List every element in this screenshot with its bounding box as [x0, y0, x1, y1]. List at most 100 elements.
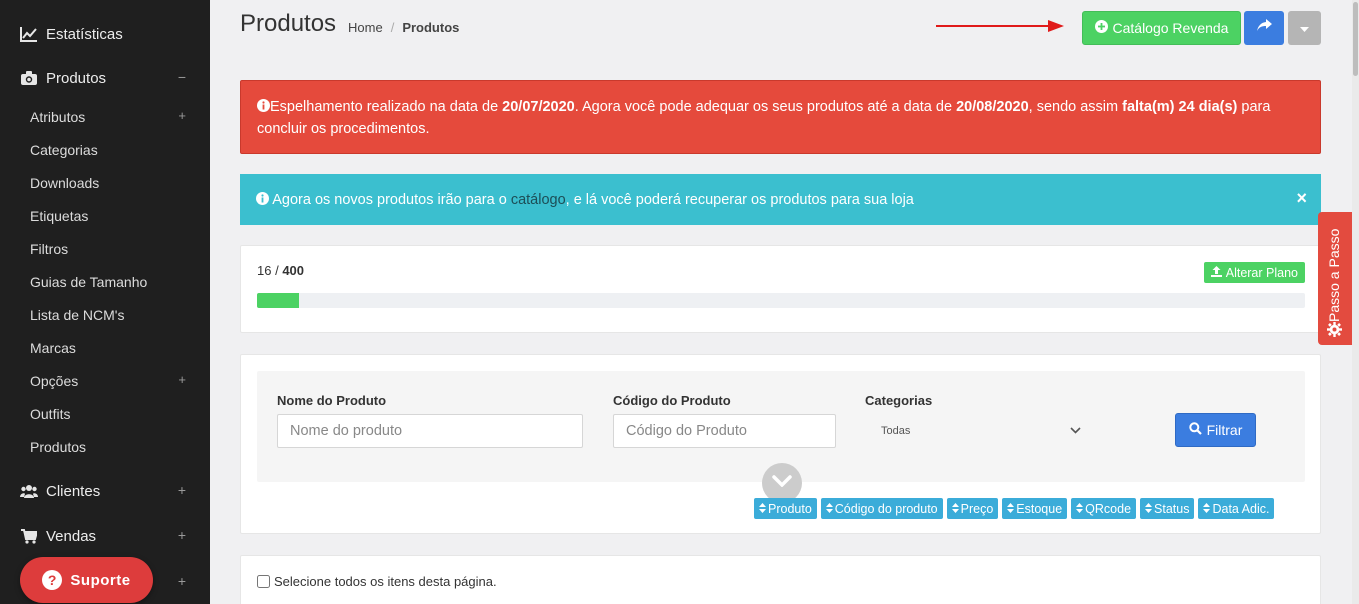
sidebar-subitem-opcoes[interactable]: Opções + [0, 364, 210, 397]
categorias-selected: Todas [881, 425, 911, 437]
gear-icon [1327, 322, 1342, 342]
plan-usage: 16 / 400 [257, 263, 304, 278]
sidebar-item-vendas[interactable]: Vendas + [0, 514, 210, 558]
question-icon: ? [42, 570, 63, 590]
alterar-plano-label: Alterar Plano [1225, 265, 1298, 280]
sidebar-subitem-guias-de-tamanho[interactable]: Guias de Tamanho [0, 265, 210, 298]
sidebar-subitem-categorias[interactable]: Categorias [0, 133, 210, 166]
sidebar-subitem-downloads[interactable]: Downloads [0, 166, 210, 199]
sort-icon [1203, 502, 1211, 516]
chart-line-icon [20, 25, 38, 43]
expand-icon[interactable]: + [178, 372, 186, 387]
nome-produto-input[interactable] [277, 414, 583, 448]
passo-a-passo-label: Passo a Passo [1326, 228, 1342, 322]
sidebar-item-label: Produtos [46, 69, 107, 87]
camera-icon [20, 69, 38, 87]
expand-icon[interactable]: + [178, 528, 186, 542]
filtrar-label: Filtrar [1206, 422, 1243, 438]
close-icon[interactable]: × [1296, 188, 1307, 209]
dropdown-button[interactable] [1288, 11, 1321, 45]
alterar-plano-button[interactable]: Alterar Plano [1203, 262, 1305, 283]
users-icon [20, 482, 38, 500]
alert-espelhamento: Espelhamento realizado na data de 20/07/… [240, 80, 1321, 154]
sidebar-subitem-marcas[interactable]: Marcas [0, 331, 210, 364]
plan-used: 16 [257, 263, 272, 278]
expand-filters-button[interactable] [762, 463, 802, 503]
sort-label: Status [1154, 501, 1190, 516]
scrollbar-thumb[interactable] [1353, 2, 1358, 76]
codigo-produto-input[interactable] [613, 414, 836, 448]
sidebar-subitem-atributos[interactable]: Atributos + [0, 100, 210, 133]
alert-catalogo: Agora os novos produtos irão para o catá… [240, 174, 1321, 225]
breadcrumb: Home / Produtos [348, 20, 459, 35]
sidebar-item-label: Estatísticas [46, 25, 123, 43]
upload-icon [1210, 265, 1222, 280]
share-icon [1256, 19, 1272, 37]
search-icon [1188, 422, 1202, 438]
sidebar-subitem-etiquetas[interactable]: Etiquetas [0, 199, 210, 232]
cart-icon [20, 527, 38, 545]
expand-icon[interactable]: + [178, 108, 186, 123]
sort-estoque-button[interactable]: Estoque [1002, 498, 1068, 519]
select-all-checkbox[interactable] [257, 575, 270, 588]
support-button[interactable]: ? Suporte [20, 557, 153, 603]
filtrar-button[interactable]: Filtrar [1175, 413, 1256, 447]
sidebar-subitem-label: Marcas [30, 339, 76, 356]
alert-date-start: 20/07/2020 [502, 99, 575, 115]
sidebar-item-produtos[interactable]: Produtos − [0, 56, 210, 100]
sort-label: Data Adic. [1212, 501, 1270, 516]
sort-buttons: Produto Código do produto Preço Estoque … [754, 498, 1275, 519]
sort-qrcode-button[interactable]: QRcode [1071, 498, 1137, 519]
alert-days-left: falta(m) 24 dia(s) [1122, 99, 1238, 115]
sort-preco-button[interactable]: Preço [946, 498, 999, 519]
sidebar-subitem-outfits[interactable]: Outfits [0, 397, 210, 430]
sidebar-subitem-label: Guias de Tamanho [30, 273, 148, 290]
expand-icon[interactable]: + [178, 574, 186, 588]
share-button[interactable] [1244, 11, 1284, 45]
sidebar-subitem-label: Filtros [30, 240, 69, 257]
catalogo-link[interactable]: catálogo [511, 192, 566, 208]
sidebar-subitem-label: Atributos [30, 108, 86, 125]
sidebar-subitem-label: Etiquetas [30, 207, 89, 224]
sort-codigo-button[interactable]: Código do produto [820, 498, 943, 519]
sort-data-adic-button[interactable]: Data Adic. [1198, 498, 1275, 519]
sidebar-item-clientes[interactable]: Clientes + [0, 469, 210, 513]
plan-separator: / [271, 263, 283, 278]
breadcrumb-current: Produtos [402, 20, 460, 35]
info-circle-icon [256, 191, 269, 208]
alert-text: Agora os novos produtos irão para o [269, 191, 511, 208]
sort-produto-button[interactable]: Produto [754, 498, 817, 519]
codigo-produto-label: Código do Produto [613, 393, 731, 408]
sort-status-button[interactable]: Status [1140, 498, 1195, 519]
catalogo-revenda-button[interactable]: Catálogo Revenda [1082, 11, 1241, 45]
sort-icon [1076, 502, 1084, 516]
sidebar-subitem-filtros[interactable]: Filtros [0, 232, 210, 265]
select-all-row: Selecione todos os itens desta página. [257, 574, 497, 589]
collapse-icon[interactable]: − [178, 70, 186, 84]
sidebar-subitem-label: Lista de NCM's [30, 306, 125, 323]
sidebar-item-estatisticas[interactable]: Estatísticas [0, 12, 210, 56]
breadcrumb-home[interactable]: Home [348, 20, 383, 35]
categorias-select[interactable]: Todas [865, 414, 1093, 448]
passo-a-passo-tab[interactable]: Passo a Passo [1318, 212, 1352, 345]
plan-panel: 16 / 400 Alterar Plano [240, 245, 1321, 333]
alert-text: , e lá você poderá recuperar os produtos… [565, 191, 914, 208]
expand-icon[interactable]: + [178, 483, 186, 497]
sidebar: Estatísticas Produtos − Atributos + Cate… [0, 0, 210, 604]
alert-text: . Agora você pode adequar os seus produt… [574, 99, 957, 115]
filter-panel: Nome do Produto Código do Produto Catego… [240, 354, 1321, 534]
sort-icon [759, 502, 766, 516]
support-label: Suporte [70, 571, 131, 589]
alert-date-end: 20/08/2020 [956, 99, 1029, 115]
sidebar-subitem-label: Outfits [30, 405, 71, 422]
alert-text: , sendo assim [1028, 99, 1123, 115]
sidebar-subitem-lista-de-ncms[interactable]: Lista de NCM's [0, 298, 210, 331]
sidebar-item-label: Clientes [46, 482, 101, 500]
sort-icon [1145, 502, 1153, 516]
sort-icon [1007, 502, 1015, 516]
product-list-panel: Selecione todos os itens desta página. [240, 555, 1321, 604]
sort-label: Estoque [1016, 501, 1063, 516]
page-scrollbar[interactable] [1352, 0, 1359, 604]
plan-total: 400 [282, 263, 305, 278]
sidebar-subitem-produtos[interactable]: Produtos [0, 430, 210, 463]
